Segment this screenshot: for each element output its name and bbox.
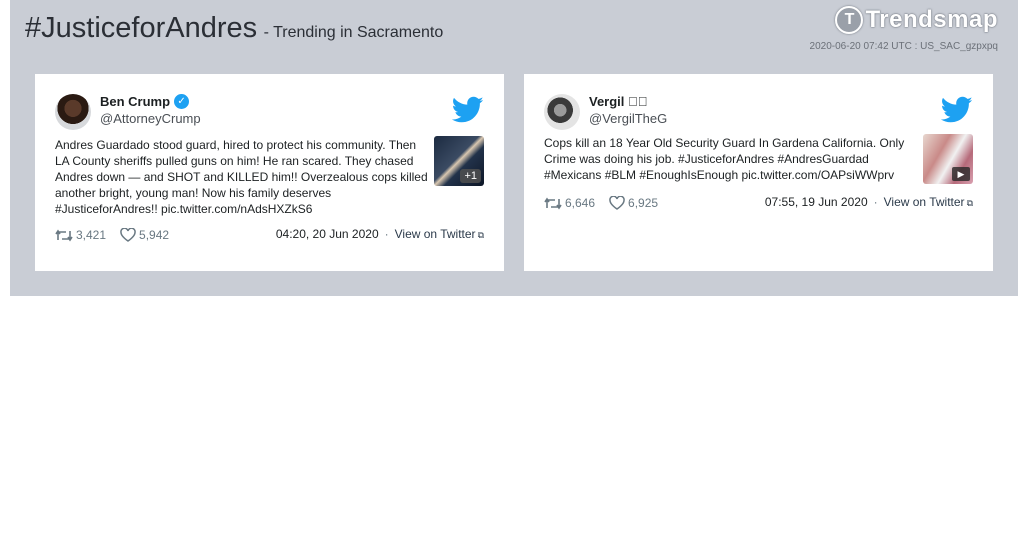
user-info: Vergil    @VergilTheG: [589, 94, 667, 126]
view-on-twitter-link[interactable]: View on Twitter ⧉: [884, 195, 973, 209]
video-camera-icon: ▶: [952, 167, 970, 181]
trendsmap-globe-icon: T: [835, 6, 864, 34]
tweet-card: Ben Crump ✓ @AttorneyCrump Andres Guarda…: [35, 74, 504, 271]
user-name[interactable]: Ben Crump ✓: [100, 94, 201, 109]
tweet-media-thumbnail[interactable]: +1: [434, 136, 484, 186]
tweet-stats: 3,421 5,942: [55, 228, 183, 242]
view-on-twitter-label: View on Twitter: [394, 227, 476, 241]
like-stat[interactable]: 5,942: [120, 228, 169, 242]
avatar[interactable]: [55, 94, 91, 130]
view-on-twitter-link[interactable]: View on Twitter ⧉: [395, 227, 484, 241]
separator-dot: ·: [384, 227, 389, 241]
trend-location-subtitle: - Trending in Sacramento: [263, 24, 444, 41]
view-on-twitter-label: View on Twitter: [883, 195, 965, 209]
heart-icon: [120, 228, 136, 242]
user-name-text: Ben Crump: [100, 94, 171, 109]
tweet-timestamp[interactable]: 07:55, 19 Jun 2020: [765, 195, 868, 209]
like-count: 5,942: [139, 228, 170, 242]
tweet-time-row: 04:20, 20 Jun 2020 · View on Twitter ⧉: [276, 227, 484, 241]
twitter-bird-icon[interactable]: [941, 96, 973, 124]
user-info: Ben Crump ✓ @AttorneyCrump: [100, 94, 201, 126]
tweet-time-row: 07:55, 19 Jun 2020 · View on Twitter ⧉: [765, 195, 973, 209]
user-name[interactable]: Vergil   : [589, 94, 667, 109]
avatar[interactable]: [544, 94, 580, 130]
tweet-media-thumbnail[interactable]: ▶: [923, 134, 973, 184]
retweet-stat[interactable]: 3,421: [55, 228, 106, 242]
more-media-badge: +1: [460, 169, 481, 183]
retweet-count: 6,646: [565, 196, 596, 210]
like-stat[interactable]: 6,925: [609, 196, 658, 210]
tweet-timestamp[interactable]: 04:20, 20 Jun 2020: [276, 227, 379, 241]
user-handle[interactable]: @AttorneyCrump: [100, 111, 201, 126]
external-link-icon: ⧉: [966, 198, 973, 208]
retweet-icon: [55, 229, 73, 241]
tweet-card: Vergil    @VergilTheG Cops kill an 18 Ye…: [524, 74, 993, 271]
user-name-text: Vergil   : [589, 94, 648, 109]
tweet-text: Andres Guardado stood guard, hired to pr…: [55, 138, 428, 216]
trendsmap-logo-text: Trendsmap: [865, 6, 998, 33]
separator-dot: ·: [873, 195, 878, 209]
heart-icon: [609, 196, 625, 210]
trend-timestamp-id: 2020-06-20 07:42 UTC : US_SAC_gzpxpq: [809, 41, 998, 52]
like-count: 6,925: [628, 196, 659, 210]
hashtag-title[interactable]: #JusticeforAndres: [25, 12, 257, 44]
tweet-text: Cops kill an 18 Year Old Security Guard …: [544, 136, 905, 182]
external-link-icon: ⧉: [477, 230, 484, 240]
trend-banner: #JusticeforAndres - Trending in Sacramen…: [10, 0, 1018, 296]
user-handle[interactable]: @VergilTheG: [589, 111, 667, 126]
trendsmap-logo[interactable]: T Trendsmap: [835, 6, 998, 34]
page-title: #JusticeforAndres - Trending in Sacramen…: [25, 12, 443, 45]
retweet-count: 3,421: [76, 228, 107, 242]
twitter-bird-icon[interactable]: [452, 96, 484, 124]
verified-badge-icon: ✓: [174, 94, 190, 109]
retweet-stat[interactable]: 6,646: [544, 196, 595, 210]
retweet-icon: [544, 197, 562, 209]
tweet-stats: 6,646 6,925: [544, 196, 672, 210]
